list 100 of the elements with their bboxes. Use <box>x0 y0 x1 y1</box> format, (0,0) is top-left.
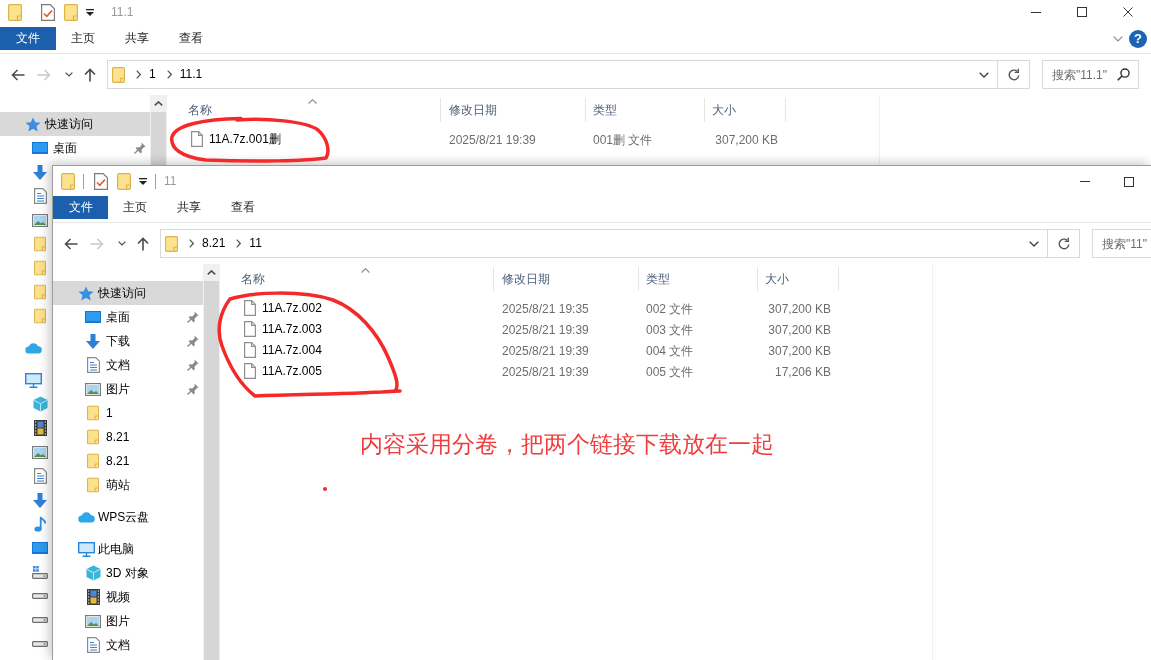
monitor-icon <box>24 372 42 388</box>
sidebar-item[interactable]: 萌站 <box>53 473 203 497</box>
sidebar-item[interactable]: 1 <box>53 401 203 425</box>
star-icon <box>25 116 41 132</box>
cube-icon <box>32 396 48 412</box>
sidebar-item[interactable]: 3D 对象 <box>53 561 149 585</box>
column-header[interactable]: 修改日期 <box>494 267 639 291</box>
pin-icon[interactable] <box>187 311 199 323</box>
film-strip-icon <box>33 420 47 436</box>
scrollbar-thumb[interactable] <box>151 112 166 165</box>
scrollbar-thumb[interactable] <box>204 281 219 660</box>
maximize-icon[interactable] <box>1124 176 1134 187</box>
caret-down-icon[interactable] <box>86 8 94 16</box>
breadcrumb[interactable]: 11 <box>241 236 262 251</box>
sidebar-item[interactable]: 快速访问 <box>53 281 203 305</box>
folder-icon <box>34 260 46 276</box>
file-tab[interactable]: 文件 <box>53 196 108 219</box>
file-item[interactable]: 11A.7z.002 <box>244 299 322 316</box>
down-arrow-icon <box>86 333 100 349</box>
file-type: 005 文件 <box>646 365 694 380</box>
sidebar-item[interactable]: 桌面 <box>53 305 203 329</box>
sidebar-item[interactable]: 8.21 <box>53 425 203 449</box>
sidebar-item[interactable]: WPS云盘 <box>53 505 150 529</box>
address-bar[interactable]: 8.21 11 <box>160 229 1048 258</box>
sidebar-item[interactable]: 图片 <box>53 609 130 633</box>
search-box[interactable]: 搜索"11.1" <box>1042 60 1139 89</box>
breadcrumb[interactable]: 11.1 <box>171 67 203 82</box>
breadcrumb[interactable]: 1 <box>141 67 156 82</box>
sidebar-item[interactable]: 快速访问 <box>0 112 150 136</box>
column-header[interactable]: 大小 <box>758 267 839 291</box>
column-header[interactable]: 名称 <box>167 98 441 122</box>
folder-icon <box>87 405 99 421</box>
breadcrumb[interactable]: 8.21 <box>194 236 226 251</box>
file-type: 003 文件 <box>646 323 694 338</box>
file-tab[interactable]: 文件 <box>0 27 56 50</box>
sidebar-item[interactable]: 桌面 <box>0 136 150 160</box>
sidebar-item[interactable]: 8.21 <box>53 449 203 473</box>
dot-icon <box>323 487 327 491</box>
folder-icon <box>87 477 99 493</box>
column-header[interactable]: 类型 <box>586 98 705 122</box>
caret-down-icon[interactable] <box>139 178 147 185</box>
chevron-right-icon[interactable] <box>136 70 141 79</box>
search-icon[interactable] <box>1117 68 1130 81</box>
sidebar-item[interactable]: 此电脑 <box>53 537 134 561</box>
column-header[interactable]: 名称 <box>220 267 494 291</box>
ribbon-tab[interactable]: 查看 <box>216 196 270 219</box>
up-arrow-icon[interactable] <box>137 236 149 251</box>
back-arrow-icon[interactable] <box>11 68 25 81</box>
folder-icon <box>87 429 99 445</box>
folder-icon <box>34 236 46 252</box>
chevron-right-icon[interactable] <box>236 239 242 248</box>
file-item[interactable]: 11A.7z.003 <box>244 320 322 337</box>
ribbon-tab[interactable]: 共享 <box>162 196 216 219</box>
picture-icon <box>85 614 101 628</box>
back-arrow-icon[interactable] <box>64 237 78 250</box>
ribbon-tab[interactable]: 主页 <box>108 196 162 219</box>
address-bar[interactable]: 1 11.1 <box>107 60 998 89</box>
column-header[interactable]: 修改日期 <box>441 98 586 122</box>
chevron-down-icon[interactable] <box>65 72 73 77</box>
refresh-button[interactable] <box>998 60 1030 89</box>
file-item[interactable]: 11A.7z.004 <box>244 341 322 358</box>
file-item[interactable]: 11A.7z.001删 <box>191 130 281 147</box>
ribbon-tab[interactable]: 共享 <box>110 27 164 50</box>
sidebar-item[interactable]: 视频 <box>53 585 130 609</box>
sidebar-item[interactable]: 文档 <box>53 353 203 377</box>
ribbon-tab[interactable]: 主页 <box>56 27 110 50</box>
file-size: 307,200 KB <box>768 323 831 338</box>
file-size: 307,200 KB <box>768 302 831 317</box>
sort-caret-icon[interactable] <box>308 99 317 104</box>
close-icon[interactable] <box>1123 7 1133 17</box>
chevron-right-icon[interactable] <box>166 70 172 79</box>
chevron-down-icon[interactable] <box>1029 240 1039 247</box>
sidebar-item[interactable]: 文档 <box>53 633 130 657</box>
drive-icon <box>32 593 48 599</box>
pin-icon[interactable] <box>187 359 199 371</box>
sidebar-item[interactable]: 下载 <box>53 329 203 353</box>
refresh-button[interactable] <box>1048 229 1080 258</box>
sidebar-item[interactable]: 图片 <box>53 377 203 401</box>
search-field[interactable]: 搜索"11" <box>1092 229 1151 258</box>
pin-icon[interactable] <box>187 335 199 347</box>
up-arrow-icon[interactable] <box>84 67 96 82</box>
column-header[interactable]: 类型 <box>639 267 758 291</box>
maximize-icon[interactable] <box>1077 7 1087 17</box>
help-button[interactable]: ? <box>1129 29 1147 48</box>
checked-document-icon[interactable] <box>41 3 55 21</box>
folder-icon <box>34 284 46 300</box>
file-item[interactable]: 11A.7z.005 <box>244 362 322 379</box>
pin-icon[interactable] <box>134 142 146 154</box>
chevron-right-icon[interactable] <box>189 239 194 248</box>
checked-document-icon[interactable] <box>94 173 108 190</box>
chevron-down-icon[interactable] <box>118 241 126 246</box>
cloud-icon <box>24 342 42 354</box>
pin-icon[interactable] <box>187 383 199 395</box>
drive-icon <box>32 641 48 647</box>
chevron-down-icon[interactable] <box>979 71 989 78</box>
column-header[interactable]: 大小 <box>705 98 786 122</box>
ribbon-tab[interactable]: 查看 <box>164 27 218 50</box>
search-field[interactable]: 搜索"11.1" <box>1043 61 1113 88</box>
minimize-icon[interactable] <box>1031 11 1041 13</box>
sort-caret-icon[interactable] <box>361 268 370 273</box>
